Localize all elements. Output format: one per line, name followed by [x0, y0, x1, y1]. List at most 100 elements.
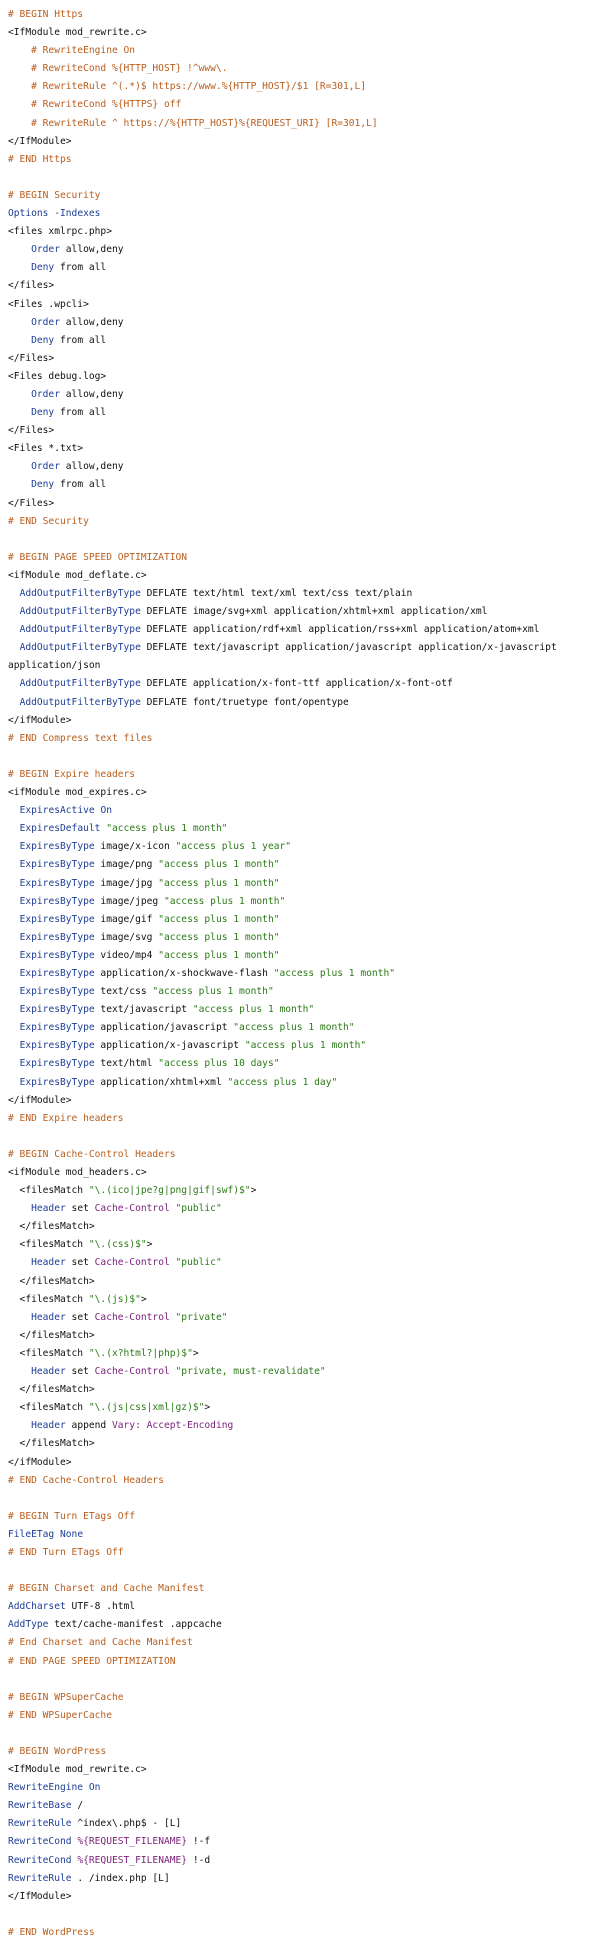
code-token: Deny [31, 479, 55, 491]
code-token: # END Compress text files [8, 732, 153, 744]
code-token: application/json [8, 660, 101, 672]
code-token: !-d [187, 1854, 211, 1866]
code-token: !-f [187, 1836, 211, 1848]
code-line: # END WPSuperCache [8, 1707, 600, 1725]
code-token: text/html [94, 1058, 159, 1070]
code-token: "\.(js|css|xml|gz)$" [88, 1402, 205, 1414]
code-line: <filesMatch "\.(js)$"> [8, 1291, 600, 1309]
code-line: </ifModule> [8, 1092, 600, 1110]
code-token: </ifModule> [8, 714, 72, 726]
code-line: ExpiresByType image/png "access plus 1 m… [8, 856, 600, 874]
code-line: ExpiresByType image/svg "access plus 1 m… [8, 929, 600, 947]
code-token: ExpiresByType [19, 913, 95, 925]
code-line: <IfModule mod_rewrite.c> [8, 1761, 600, 1779]
code-token: "access plus 1 month" [273, 967, 396, 979]
code-token: Cache-Control [94, 1257, 170, 1269]
code-token: </IfModule> [8, 135, 72, 147]
code-token: set [65, 1311, 95, 1323]
code-token: ExpiresByType [19, 949, 95, 961]
code-line: # END Compress text files [8, 730, 600, 748]
code-token: AddOutputFilterByType [19, 624, 141, 636]
code-token: # BEGIN Expire headers [8, 768, 136, 780]
code-token: RewriteRule [8, 1818, 72, 1830]
code-line: # END WordPress [8, 1924, 600, 1942]
code-line: <Files *.txt> [8, 440, 600, 458]
code-line: Header append Vary: Accept-Encoding [8, 1417, 600, 1435]
code-token: "\.(css)$" [88, 1239, 147, 1251]
code-line: <filesMatch "\.(ico|jpe?g|png|gif|swf)$"… [8, 1182, 600, 1200]
code-line: ExpiresByType application/xhtml+xml "acc… [8, 1074, 600, 1092]
code-line: # RewriteCond %{HTTP_HOST} !^www\. [8, 60, 600, 78]
code-token: image/x-icon [94, 841, 176, 853]
code-token: AddType [8, 1619, 49, 1631]
code-token: ExpiresByType [19, 986, 95, 998]
code-line: Deny from all [8, 404, 600, 422]
code-token: Order [31, 388, 60, 400]
code-token: from all [54, 407, 107, 419]
code-token: Deny [31, 407, 55, 419]
code-line: AddType text/cache-manifest .appcache [8, 1616, 600, 1634]
code-line: # END PAGE SPEED OPTIMIZATION [8, 1653, 600, 1671]
code-token: <filesMatch [8, 1347, 89, 1359]
code-line: ExpiresActive On [8, 802, 600, 820]
code-token: </ifModule> [8, 1094, 72, 1106]
code-line: ExpiresByType image/gif "access plus 1 m… [8, 911, 600, 929]
code-line: </filesMatch> [8, 1218, 600, 1236]
code-token: AddOutputFilterByType [19, 588, 141, 599]
code-line: # End Charset and Cache Manifest [8, 1634, 600, 1652]
code-line: <filesMatch "\.(x?html?|php)$"> [8, 1345, 600, 1363]
code-listing: # BEGIN Https <IfModule mod_rewrite.c> # … [0, 0, 600, 1942]
code-token: text/cache-manifest .appcache [48, 1619, 222, 1631]
code-line: <files xmlrpc.php> [8, 223, 600, 241]
code-token: set [65, 1366, 95, 1378]
code-token: Cache-Control [94, 1311, 170, 1323]
code-line: Deny from all [8, 476, 600, 494]
code-token: Order [31, 244, 60, 256]
code-token: > [192, 1347, 199, 1359]
code-token: ExpiresByType [19, 859, 95, 871]
code-token: ^index\.php$ - [L] [71, 1818, 182, 1830]
code-token: # END Https [8, 153, 72, 165]
code-line: <Files .wpcli> [8, 296, 600, 314]
code-token: application/x-javascript [94, 1040, 245, 1052]
code-token: # End Charset and Cache Manifest [8, 1637, 193, 1649]
code-line: </filesMatch> [8, 1273, 600, 1291]
code-line: </filesMatch> [8, 1435, 600, 1453]
code-token: set [65, 1257, 95, 1269]
code-line: <ifModule mod_headers.c> [8, 1164, 600, 1182]
code-line: # BEGIN Security [8, 187, 600, 205]
code-line: # END Turn ETags Off [8, 1544, 600, 1562]
code-token: Cache-Control [94, 1366, 170, 1378]
code-token: # RewriteRule ^(.*)$ https://www.%{HTTP_… [8, 81, 367, 93]
code-token: "private" [175, 1311, 228, 1323]
code-line: AddOutputFilterByType DEFLATE image/svg+… [8, 603, 600, 621]
code-token: On [88, 1782, 101, 1794]
code-token: <files xmlrpc.php> [8, 226, 112, 238]
code-line: Order allow,deny [8, 241, 600, 259]
code-token: allow,deny [60, 388, 124, 400]
code-token: </filesMatch> [8, 1329, 95, 1341]
code-line: ExpiresByType image/jpeg "access plus 1 … [8, 893, 600, 911]
code-token: application/xhtml+xml [94, 1076, 228, 1088]
code-token: <filesMatch [8, 1239, 89, 1251]
code-token: "access plus 1 month" [152, 986, 274, 998]
code-token: ExpiresByType [19, 1022, 95, 1034]
code-token: / [71, 1800, 84, 1812]
code-token: text/javascript [94, 1004, 193, 1016]
code-line: RewriteBase / [8, 1797, 600, 1815]
code-line: ExpiresDefault "access plus 1 month" [8, 820, 600, 838]
code-line: RewriteCond %{REQUEST_FILENAME} !-d [8, 1852, 600, 1870]
code-token: ExpiresByType [19, 931, 95, 943]
code-line: </ifModule> [8, 712, 600, 730]
code-token: image/png [94, 859, 159, 871]
code-line: RewriteRule . /index.php [L] [8, 1870, 600, 1888]
